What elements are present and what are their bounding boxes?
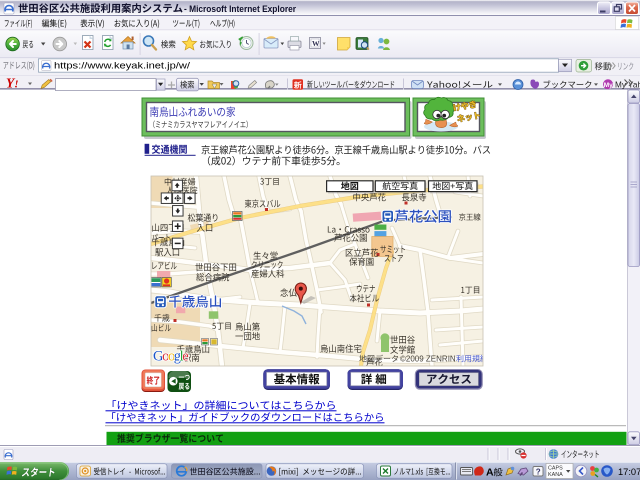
svg-text:17:07: 17:07 [618,467,640,477]
svg-text:Google: Google [153,349,188,365]
svg-text:My: My [604,82,613,89]
svg-text:Y!: Y! [6,76,19,91]
svg-text:A: A [486,467,494,479]
svg-text:- Microsoft Internet Explorer: - Microsoft Internet Explorer [184,4,296,14]
svg-text:KANA: KANA [548,472,563,478]
svg-text:©2009 ZENRIN -: ©2009 ZENRIN - [400,355,461,364]
svg-text:W: W [312,39,320,48]
svg-text:My Yahoo!: My Yahoo! [615,81,640,90]
svg-text:?: ? [536,467,541,476]
svg-text:CAPS: CAPS [548,466,563,472]
svg-text:https://www.keyak.inet.jp/w/: https://www.keyak.inet.jp/w/ [54,61,190,72]
